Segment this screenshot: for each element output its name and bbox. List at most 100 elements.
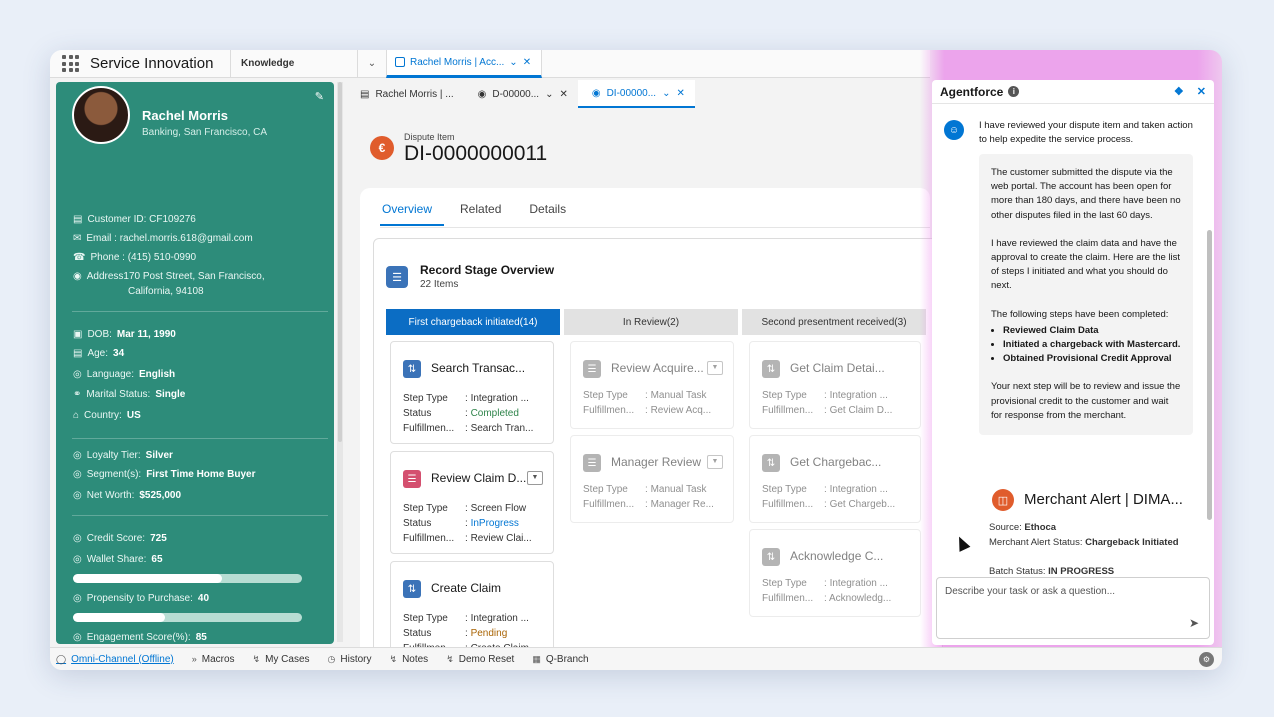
propensity-icon: ◎ — [73, 593, 82, 604]
gift-icon: ▣ — [73, 329, 83, 340]
close-icon[interactable]: ✕ — [676, 88, 684, 99]
field-value: Manual Task — [650, 390, 707, 401]
alert-status-value: Chargeback Initiated — [1085, 537, 1179, 548]
wallet-value: 65 — [151, 554, 163, 565]
pin-icon[interactable]: ❖ — [1174, 85, 1184, 98]
loyalty-icon: ◎ — [73, 450, 82, 461]
loyalty-label: Loyalty Tier: — [86, 450, 141, 461]
agent-scrollbar[interactable] — [1207, 230, 1212, 520]
utility-label: Macros — [201, 653, 235, 665]
bot-icon: ☺ — [944, 120, 964, 140]
subtab-label: DI-00000... — [606, 87, 657, 99]
field-label: Fulfillmen... — [403, 533, 455, 544]
q-branch-button[interactable]: ▦ Q-Branch — [532, 654, 588, 665]
tab-overview[interactable]: Overview — [380, 202, 445, 226]
dob-row: ▣ DOB: Mar 11, 1990 — [73, 329, 176, 340]
address-line1: Address170 Post Street, San Francisco, — [86, 271, 265, 282]
credit-row: ◎ Credit Score: 725 — [73, 533, 167, 544]
chevron-down-icon[interactable]: ⌄ — [545, 89, 553, 100]
email-icon: ✉ — [73, 233, 82, 244]
info-icon[interactable]: i — [1008, 86, 1020, 97]
task-title: Get Claim Detai... — [790, 361, 885, 375]
field-label: Step Type — [762, 390, 807, 401]
address-line2: California, 94108 — [128, 286, 204, 297]
profile-scrollbar[interactable] — [337, 82, 343, 642]
send-icon[interactable]: ➤ — [1189, 616, 1199, 630]
list-item: Obtained Provisional Credit Approval — [1003, 352, 1181, 366]
propensity-row: ◎ Propensity to Purchase: 40 — [73, 593, 209, 604]
engagement-row: ◎ Engagement Score(%): 85 — [73, 632, 207, 643]
stage-column-header[interactable]: In Review(2) — [564, 309, 738, 335]
credit-label: Credit Score: — [86, 533, 146, 544]
task-card[interactable]: ⇅ Acknowledge C... Step Type: Integratio… — [749, 529, 921, 617]
account-icon: ▤ — [360, 88, 370, 100]
avatar — [72, 86, 130, 144]
field-value: Search Tran... — [470, 423, 534, 434]
macros-button[interactable]: » Macros — [192, 654, 235, 665]
chevron-down-icon[interactable]: ⌄ — [662, 88, 670, 99]
chevron-down-icon[interactable]: ▼ — [707, 455, 723, 469]
tab-related[interactable]: Related — [458, 202, 513, 226]
chevron-down-icon[interactable]: ▼ — [707, 361, 723, 375]
agent-paragraph: The following steps have been completed: — [991, 308, 1169, 320]
customer-profile-panel: Rachel Morris Banking, San Francisco, CA… — [56, 82, 334, 644]
task-card[interactable]: ⇅ Get Chargebac... Step Type: Integratio… — [749, 435, 921, 523]
task-card[interactable]: ⇅ Search Transac... Step Type: Integrati… — [390, 341, 554, 444]
divider — [72, 311, 328, 312]
language-row: ◎ Language: English — [73, 369, 175, 380]
task-card[interactable]: ⇅ Create Claim Step Type: Integration ..… — [390, 561, 554, 657]
task-step-type: Step Type: Integration ... — [762, 578, 888, 589]
close-icon[interactable]: ✕ — [1197, 85, 1206, 98]
utility-label: My Cases — [265, 653, 310, 665]
my-cases-button[interactable]: ↯ My Cases — [253, 654, 310, 665]
agent-paragraph: Your next step will be to review and iss… — [991, 381, 1181, 421]
phone-row: ☎ Phone : (415) 510-0990 — [73, 252, 196, 263]
utility-label: Q-Branch — [545, 653, 589, 665]
close-icon[interactable]: ✕ — [559, 89, 567, 100]
nav-item-dropdown[interactable]: Knowledge — [230, 50, 358, 78]
subtab-dispute[interactable]: ◉ D-00000... ⌄ ✕ — [464, 80, 578, 108]
omni-channel-button[interactable]: ◯ Omni-Channel (Offline) — [56, 654, 174, 665]
tab-details[interactable]: Details — [527, 202, 578, 226]
agent-title: Agentforce — [940, 84, 1004, 99]
demo-reset-button[interactable]: ↯ Demo Reset — [446, 654, 514, 665]
task-card[interactable]: ☰ Review Claim D... ▼ Step Type: Screen … — [390, 451, 554, 554]
settings-icon[interactable]: ⚙ — [1199, 652, 1214, 667]
task-card[interactable]: ⇅ Get Claim Detai... Step Type: Integrat… — [749, 341, 921, 429]
agent-prompt-input[interactable]: Describe your task or ask a question... … — [936, 577, 1210, 639]
engagement-value: 85 — [195, 632, 207, 643]
workspace-tab[interactable]: Rachel Morris | Acc... ⌄ ✕ — [386, 50, 543, 78]
stage-column-header[interactable]: First chargeback initiated(14) — [386, 309, 560, 335]
close-icon[interactable]: ✕ — [523, 57, 531, 68]
wallet-label: Wallet Share: — [86, 554, 147, 565]
app-launcher-icon[interactable] — [62, 55, 88, 72]
calendar-icon: ▤ — [73, 348, 83, 359]
customer-id-row: ▤ Customer ID: CF109276 — [73, 214, 196, 225]
field-label: Status — [403, 518, 432, 529]
field-value: Review Acq... — [650, 405, 712, 416]
chevron-down-icon[interactable]: ⌄ — [509, 57, 517, 68]
segment-row: ◎ Segment(s): First Time Home Buyer — [73, 469, 256, 480]
field-label: Fulfillmen... — [762, 499, 814, 510]
edit-icon[interactable]: ✎ — [315, 90, 324, 103]
task-card[interactable]: ☰ Manager Review ▼ Step Type: Manual Tas… — [570, 435, 734, 523]
source-label: Source: — [989, 522, 1022, 533]
task-step-type: Step Type: Manual Task — [583, 484, 707, 495]
utility-bar: ◯ Omni-Channel (Offline) » Macros ↯ My Case… — [50, 647, 1222, 670]
completed-steps-list: Reviewed Claim Data Initiated a chargeba… — [1003, 324, 1181, 367]
chevron-down-icon[interactable]: ▼ — [527, 471, 543, 485]
source-row: Source: Ethoca — [989, 521, 1199, 536]
global-nav-bar: Service Innovation Knowledge ⌄ Rachel Mo… — [50, 50, 930, 78]
stage-column-header[interactable]: Second presentment received(3) — [742, 309, 926, 335]
chevron-down-icon[interactable]: ⌄ — [358, 58, 386, 69]
task-card[interactable]: ☰ Review Acquire... ▼ Step Type: Manual … — [570, 341, 734, 429]
history-button[interactable]: ◷ History — [328, 654, 372, 665]
networth-value: $525,000 — [139, 490, 182, 501]
notes-button[interactable]: ↯ Notes — [390, 654, 429, 665]
merchant-alert-title[interactable]: Merchant Alert | DIMA... — [1024, 491, 1183, 508]
country-value: US — [126, 410, 141, 421]
task-fulfilment: Fulfillmen...: Get Claim D... — [762, 405, 893, 416]
subtab-account[interactable]: ▤ Rachel Morris | ... — [346, 80, 464, 108]
subtab-dispute-item[interactable]: ◉ DI-00000... ⌄ ✕ — [577, 80, 695, 108]
task-fulfilment: Fulfillmen...: Acknowledg... — [762, 593, 892, 604]
